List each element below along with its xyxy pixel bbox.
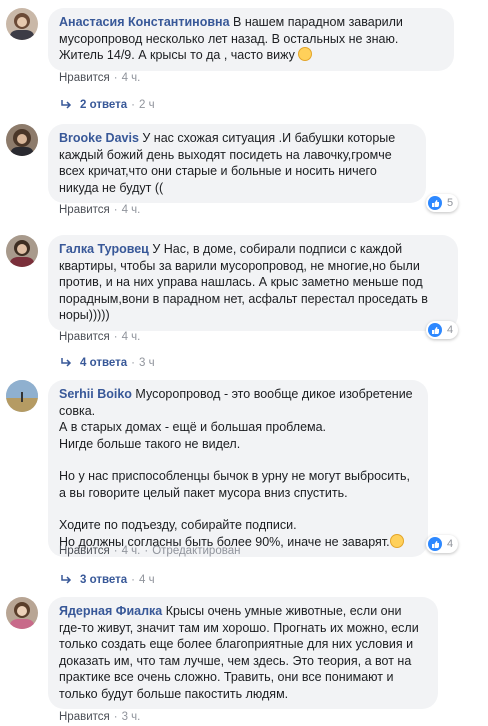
like-link[interactable]: Нравится: [59, 545, 110, 557]
timestamp[interactable]: 4 ч.: [122, 331, 141, 343]
comment-text: Ядерная Фиалка Крысы очень умные животны…: [59, 604, 419, 701]
author-name[interactable]: Brooke Davis: [59, 131, 139, 145]
reaction-count[interactable]: 4: [426, 535, 459, 553]
avatar[interactable]: [6, 597, 38, 629]
comment-bubble: Галка Туровец У Нас, в доме, собирали по…: [48, 235, 458, 331]
avatar-image: [11, 129, 33, 156]
comment-text: Brooke Davis У нас схожая ситуация .И ба…: [59, 131, 396, 195]
timestamp[interactable]: 4 ч.: [122, 72, 141, 84]
like-link[interactable]: Нравится: [59, 204, 110, 216]
reaction-count[interactable]: 4: [426, 321, 459, 339]
like-reaction-icon: [428, 196, 442, 210]
sad-emoji-icon: [389, 533, 404, 548]
comment-bubble: Serhii Boiko Мусоропровод - это вообще д…: [48, 380, 428, 557]
author-name[interactable]: Галка Туровец: [59, 242, 149, 256]
comment-text: Serhii Boiko Мусоропровод - это вообще д…: [59, 387, 413, 451]
like-reaction-icon: [428, 537, 442, 551]
avatar[interactable]: [6, 380, 38, 412]
reaction-count[interactable]: 5: [426, 194, 459, 212]
avatar-image: [6, 380, 38, 412]
like-reaction-icon: [428, 323, 442, 337]
avatar-image: [10, 602, 34, 629]
comment-text: Анастасия Константиновна В нашем парадно…: [59, 15, 403, 62]
author-name[interactable]: Serhii Boiko: [59, 387, 132, 401]
timestamp[interactable]: 4 ч.: [122, 204, 141, 216]
confused-emoji-icon: [298, 47, 313, 61]
avatar-image: [10, 13, 34, 40]
comment-text: Галка Туровец У Нас, в доме, собирали по…: [59, 242, 428, 322]
comment-bubble: Ядерная Фиалка Крысы очень умные животны…: [48, 597, 438, 709]
comment-meta: Нравится · 4 ч. · Отредактирован: [59, 545, 241, 557]
timestamp[interactable]: 3 ч.: [122, 711, 141, 723]
like-link[interactable]: Нравится: [59, 72, 110, 84]
reply-arrow-icon: [61, 358, 72, 367]
avatar[interactable]: [6, 8, 38, 40]
comment-bubble: Brooke Davis У нас схожая ситуация .И ба…: [48, 124, 426, 203]
comment-text: Но у нас приспособленцы бычок в урну не …: [59, 469, 410, 500]
reply-arrow-icon: [61, 100, 72, 109]
view-replies-link[interactable]: 3 ответа · 4 ч: [60, 574, 155, 586]
reply-arrow-icon: [61, 575, 72, 584]
like-link[interactable]: Нравится: [59, 711, 110, 723]
like-link[interactable]: Нравится: [59, 331, 110, 343]
comment-meta: Нравится · 4 ч.: [59, 72, 141, 84]
avatar[interactable]: [6, 235, 38, 267]
author-name[interactable]: Ядерная Фиалка: [59, 604, 162, 618]
comment-bubble: Анастасия Константиновна В нашем парадно…: [48, 8, 454, 71]
avatar[interactable]: [6, 124, 38, 156]
comment-meta: Нравится · 3 ч.: [59, 711, 141, 723]
avatar-image: [10, 240, 34, 267]
comment-meta: Нравится · 4 ч.: [59, 331, 141, 343]
view-replies-link[interactable]: 4 ответа · 3 ч: [60, 357, 155, 369]
edited-label[interactable]: Отредактирован: [152, 545, 240, 557]
timestamp[interactable]: 4 ч.: [122, 545, 141, 557]
author-name[interactable]: Анастасия Константиновна: [59, 15, 230, 29]
comment-meta: Нравится · 4 ч.: [59, 204, 141, 216]
view-replies-link[interactable]: 2 ответа · 2 ч: [60, 99, 155, 111]
